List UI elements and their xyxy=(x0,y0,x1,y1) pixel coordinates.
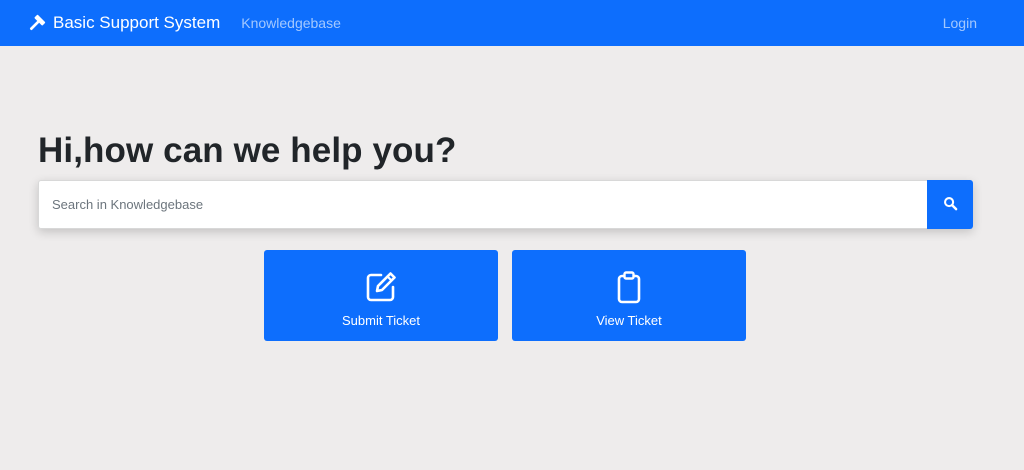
submit-ticket-label: Submit Ticket xyxy=(341,313,421,328)
hammer-icon xyxy=(26,13,46,33)
search-icon xyxy=(943,196,958,214)
edit-icon xyxy=(363,269,399,305)
search-button[interactable] xyxy=(927,180,973,229)
nav-link-knowledgebase[interactable]: Knowledgebase xyxy=(241,15,341,31)
clipboard-icon xyxy=(611,269,647,305)
submit-ticket-button[interactable]: Submit Ticket xyxy=(264,250,498,341)
view-ticket-label: View Ticket xyxy=(596,313,662,328)
search-input[interactable] xyxy=(38,180,927,229)
page-heading: Hi,how can we help you? xyxy=(38,131,457,170)
search-bar xyxy=(38,180,973,229)
top-navbar: Basic Support System Knowledgebase Login xyxy=(0,0,1024,46)
brand-link[interactable]: Basic Support System xyxy=(26,13,220,33)
login-link[interactable]: Login xyxy=(943,15,977,31)
brand-title: Basic Support System xyxy=(53,13,221,32)
view-ticket-button[interactable]: View Ticket xyxy=(512,250,746,341)
